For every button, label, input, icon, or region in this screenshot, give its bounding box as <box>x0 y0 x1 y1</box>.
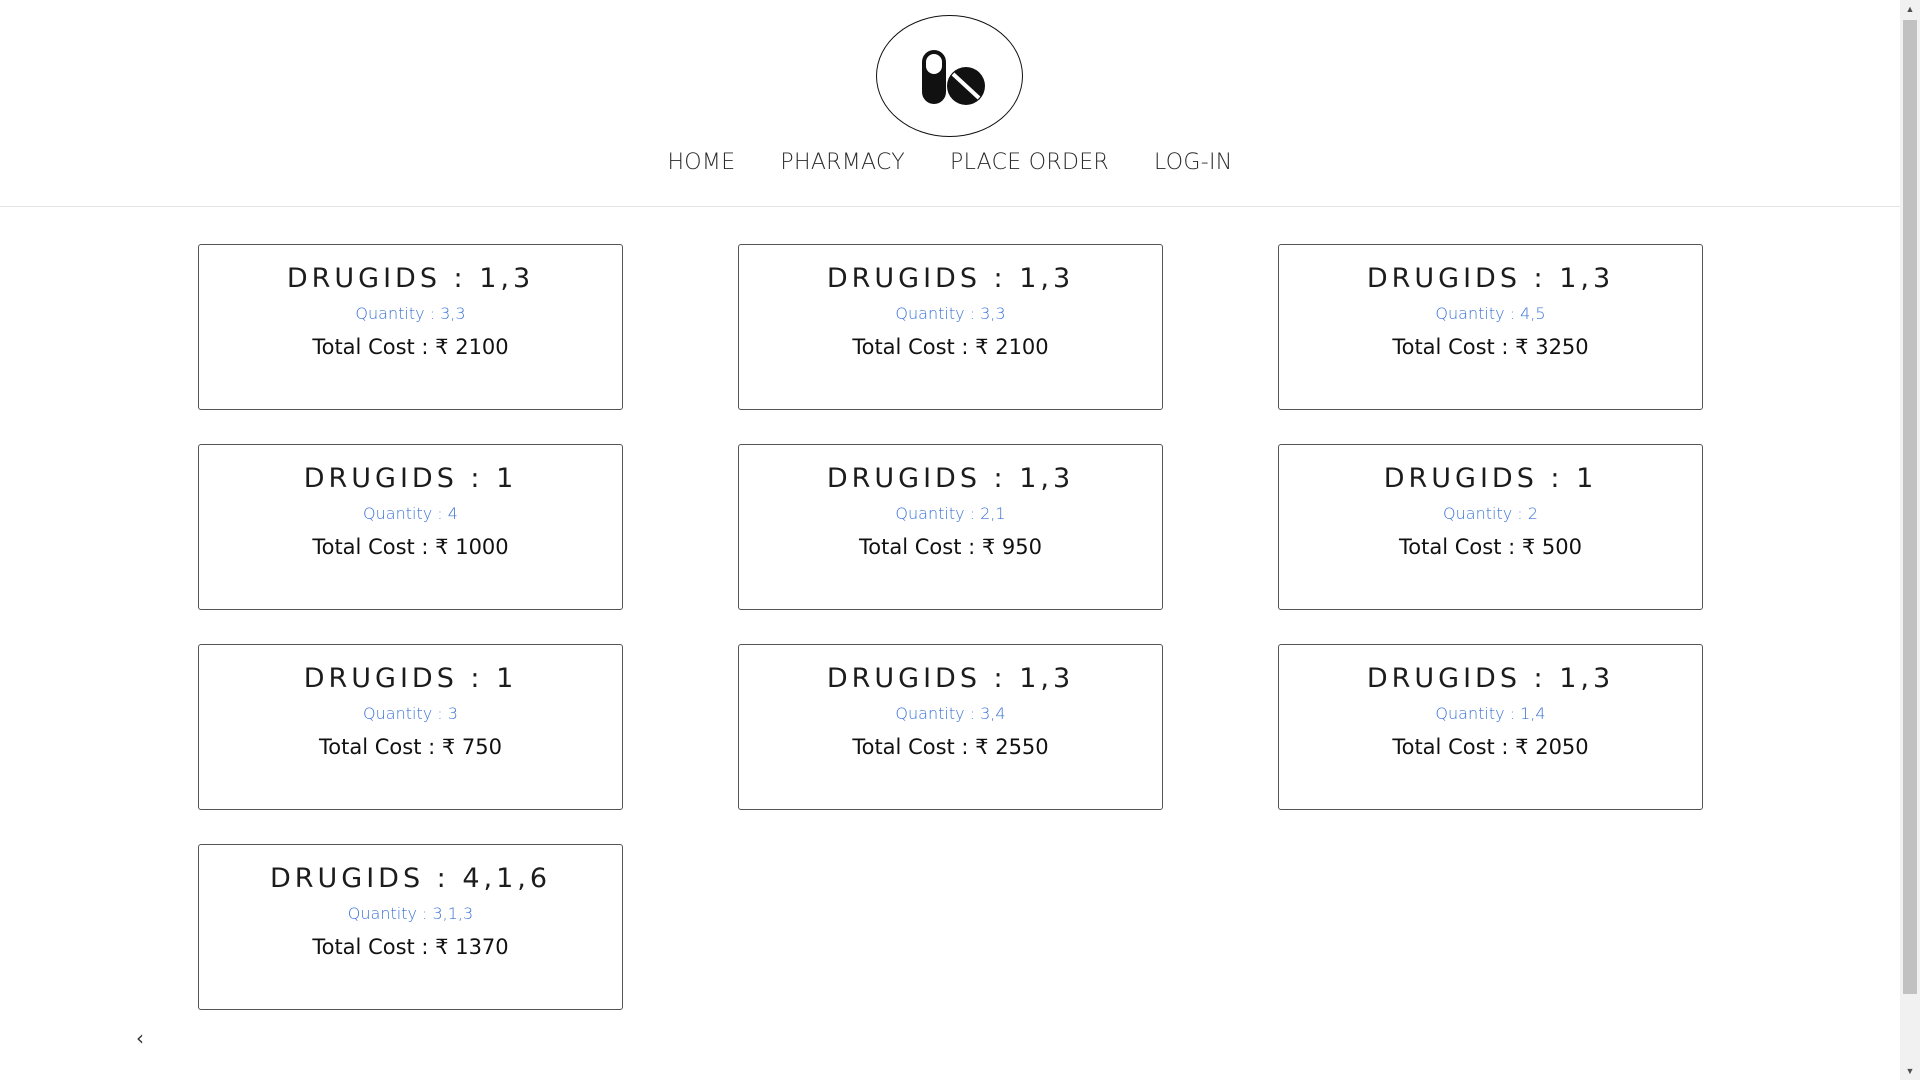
order-total-cost: Total Cost : ₹ 2050 <box>1392 735 1589 759</box>
order-total-cost: Total Cost : ₹ 500 <box>1399 535 1582 559</box>
order-drug-ids: DRUGIDS : 1,3 <box>826 463 1075 494</box>
scroll-up-arrow-icon[interactable]: ▲ <box>1900 0 1920 18</box>
orders-grid: DRUGIDS : 1,3 Quantity : 3,3 Total Cost … <box>198 244 1703 1010</box>
order-card: DRUGIDS : 4,1,6 Quantity : 3,1,3 Total C… <box>198 844 623 1010</box>
order-quantity: Quantity : 3,4 <box>895 704 1006 723</box>
order-drug-ids: DRUGIDS : 1 <box>303 663 518 694</box>
order-drug-ids: DRUGIDS : 1,3 <box>1366 263 1615 294</box>
order-drug-ids: DRUGIDS : 4,1,6 <box>269 863 552 894</box>
order-total-cost: Total Cost : ₹ 1370 <box>312 935 509 959</box>
vertical-scrollbar[interactable]: ▲ ▼ <box>1900 0 1920 1080</box>
nav-pharmacy[interactable]: PHARMACY <box>780 150 905 175</box>
order-total-cost: Total Cost : ₹ 2100 <box>312 335 509 359</box>
nav-log-in[interactable]: LOG-IN <box>1154 150 1233 175</box>
site-header: HOME PHARMACY PLACE ORDER LOG-IN <box>0 0 1900 207</box>
order-quantity: Quantity : 3,3 <box>895 304 1006 323</box>
order-quantity: Quantity : 3,3 <box>355 304 466 323</box>
order-quantity: Quantity : 3 <box>363 704 458 723</box>
order-quantity: Quantity : 3,1,3 <box>347 904 474 923</box>
main-nav: HOME PHARMACY PLACE ORDER LOG-IN <box>0 150 1900 175</box>
page: HOME PHARMACY PLACE ORDER LOG-IN DRUGIDS… <box>0 0 1920 1080</box>
order-quantity: Quantity : 2 <box>1443 504 1538 523</box>
order-total-cost: Total Cost : ₹ 950 <box>859 535 1042 559</box>
logo[interactable] <box>876 15 1023 137</box>
order-quantity: Quantity : 1,4 <box>1435 704 1546 723</box>
order-total-cost: Total Cost : ₹ 3250 <box>1392 335 1589 359</box>
nav-home[interactable]: HOME <box>667 150 735 175</box>
order-drug-ids: DRUGIDS : 1 <box>1383 463 1598 494</box>
order-total-cost: Total Cost : ₹ 2550 <box>852 735 1049 759</box>
order-card: DRUGIDS : 1 Quantity : 4 Total Cost : ₹ … <box>198 444 623 610</box>
order-drug-ids: DRUGIDS : 1 <box>303 463 518 494</box>
order-drug-ids: DRUGIDS : 1,3 <box>1366 663 1615 694</box>
order-total-cost: Total Cost : ₹ 1000 <box>312 535 509 559</box>
order-drug-ids: DRUGIDS : 1,3 <box>286 263 535 294</box>
order-card: DRUGIDS : 1,3 Quantity : 2,1 Total Cost … <box>738 444 1163 610</box>
order-quantity: Quantity : 4 <box>363 504 458 523</box>
scroll-thumb[interactable] <box>1903 20 1917 994</box>
order-card: DRUGIDS : 1 Quantity : 2 Total Cost : ₹ … <box>1278 444 1703 610</box>
order-card: DRUGIDS : 1,3 Quantity : 3,4 Total Cost … <box>738 644 1163 810</box>
order-card: DRUGIDS : 1,3 Quantity : 3,3 Total Cost … <box>198 244 623 410</box>
order-total-cost: Total Cost : ₹ 2100 <box>852 335 1049 359</box>
order-card: DRUGIDS : 1 Quantity : 3 Total Cost : ₹ … <box>198 644 623 810</box>
order-card: DRUGIDS : 1,3 Quantity : 3,3 Total Cost … <box>738 244 1163 410</box>
order-card: DRUGIDS : 1,3 Quantity : 1,4 Total Cost … <box>1278 644 1703 810</box>
order-card: DRUGIDS : 1,3 Quantity : 4,5 Total Cost … <box>1278 244 1703 410</box>
order-drug-ids: DRUGIDS : 1,3 <box>826 663 1075 694</box>
order-total-cost: Total Cost : ₹ 750 <box>319 735 502 759</box>
pills-icon <box>921 50 985 105</box>
order-quantity: Quantity : 4,5 <box>1435 304 1546 323</box>
order-drug-ids: DRUGIDS : 1,3 <box>826 263 1075 294</box>
order-quantity: Quantity : 2,1 <box>895 504 1006 523</box>
scroll-down-arrow-icon[interactable]: ▼ <box>1900 1062 1920 1080</box>
nav-place-order[interactable]: PLACE ORDER <box>950 150 1109 175</box>
chevron-left-icon[interactable]: ‹ <box>136 1026 144 1050</box>
